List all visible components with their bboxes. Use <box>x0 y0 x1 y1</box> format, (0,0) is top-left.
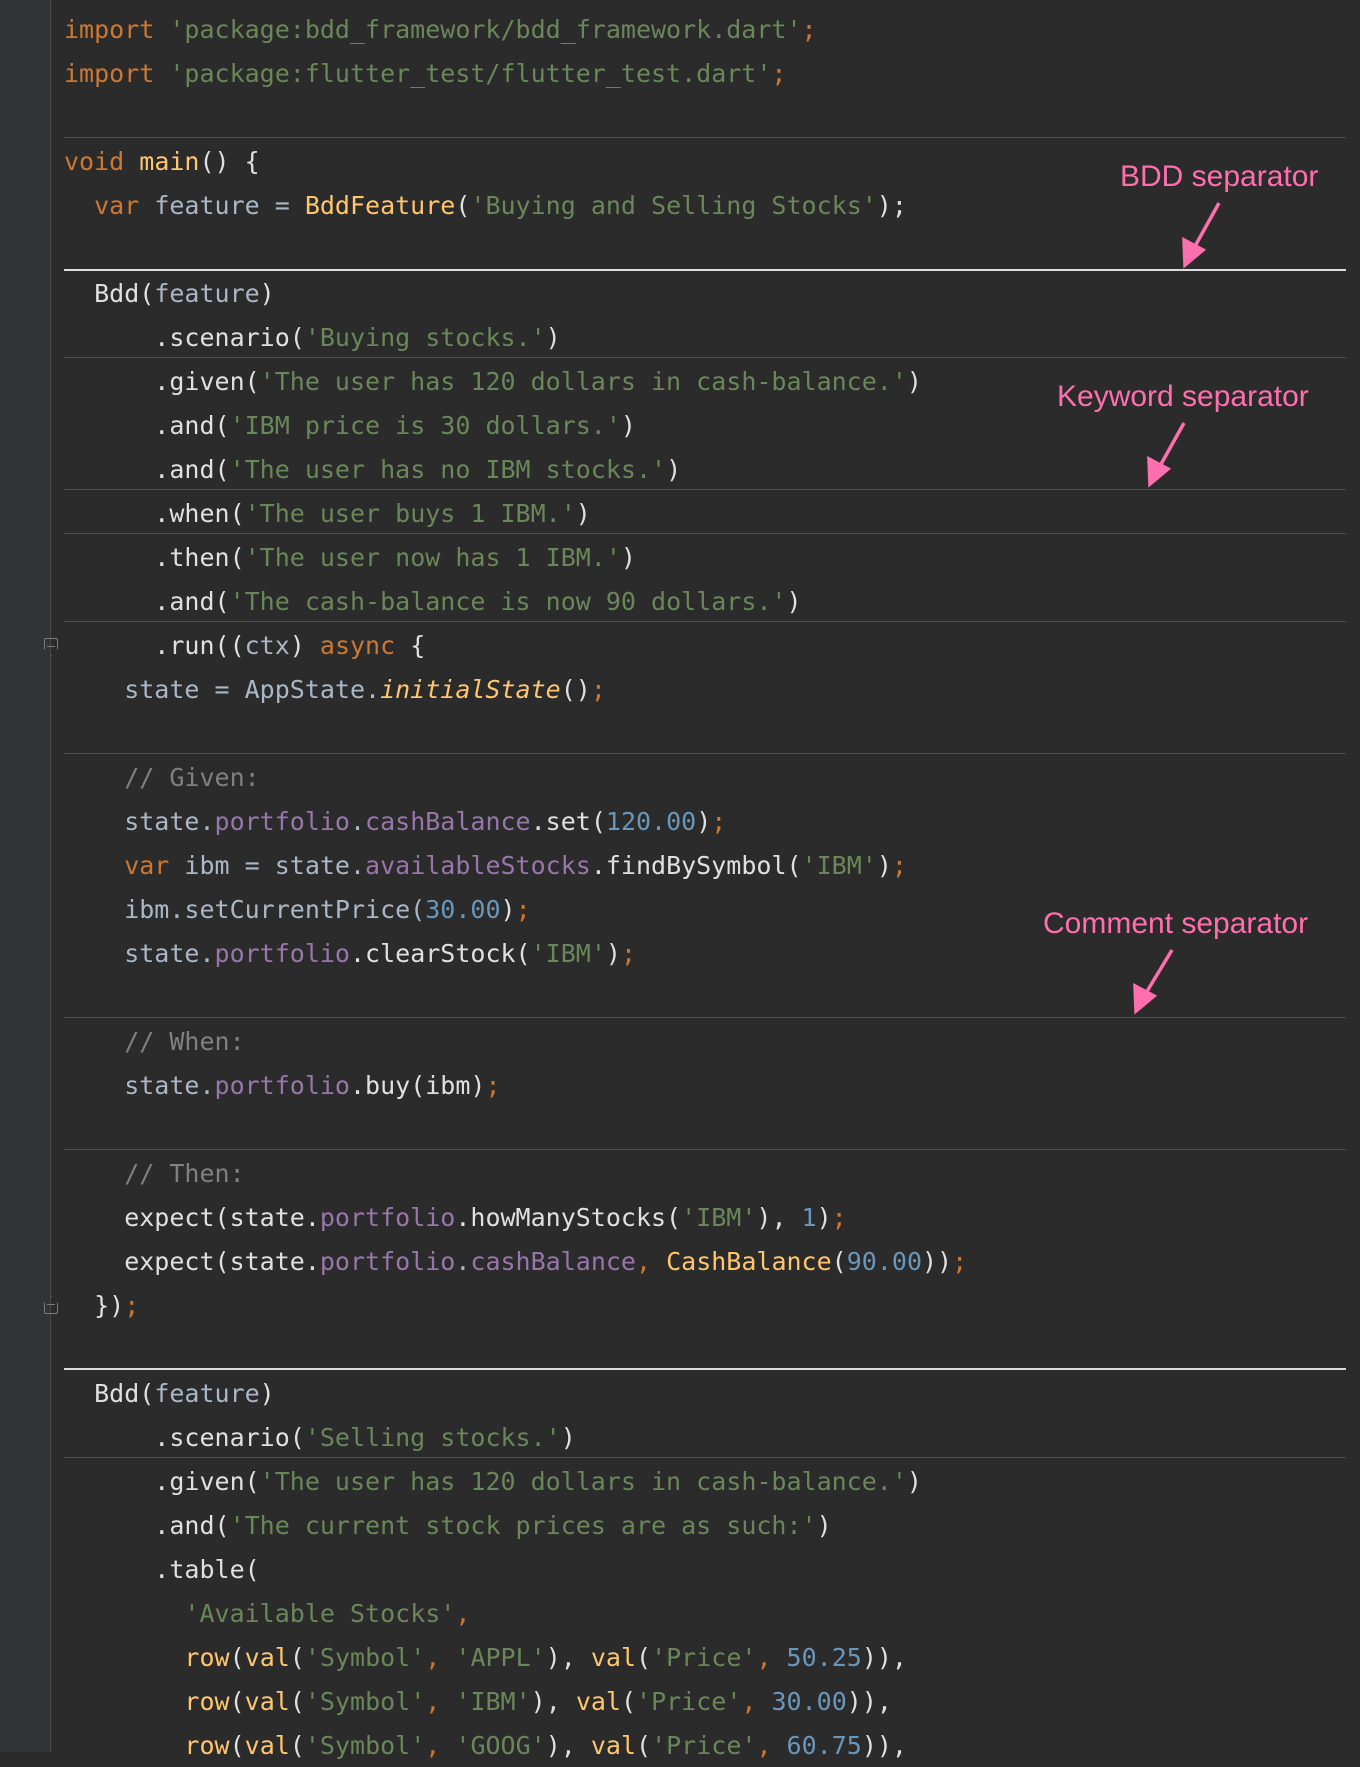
comment-separator-arrow <box>1144 949 1174 994</box>
comment-separator-arrowhead <box>1133 983 1158 1015</box>
bdd-separator-arrow <box>1192 202 1221 249</box>
comment-separator-annotation: Comment separator <box>1043 907 1309 940</box>
annotation-arrows <box>1133 202 1221 1015</box>
keyword-separator-annotation: Keyword separator <box>1057 380 1309 413</box>
bdd-separator-arrowhead <box>1182 237 1207 269</box>
keyword-separator-arrow <box>1158 422 1186 467</box>
keyword-separator-arrowhead <box>1147 456 1172 488</box>
